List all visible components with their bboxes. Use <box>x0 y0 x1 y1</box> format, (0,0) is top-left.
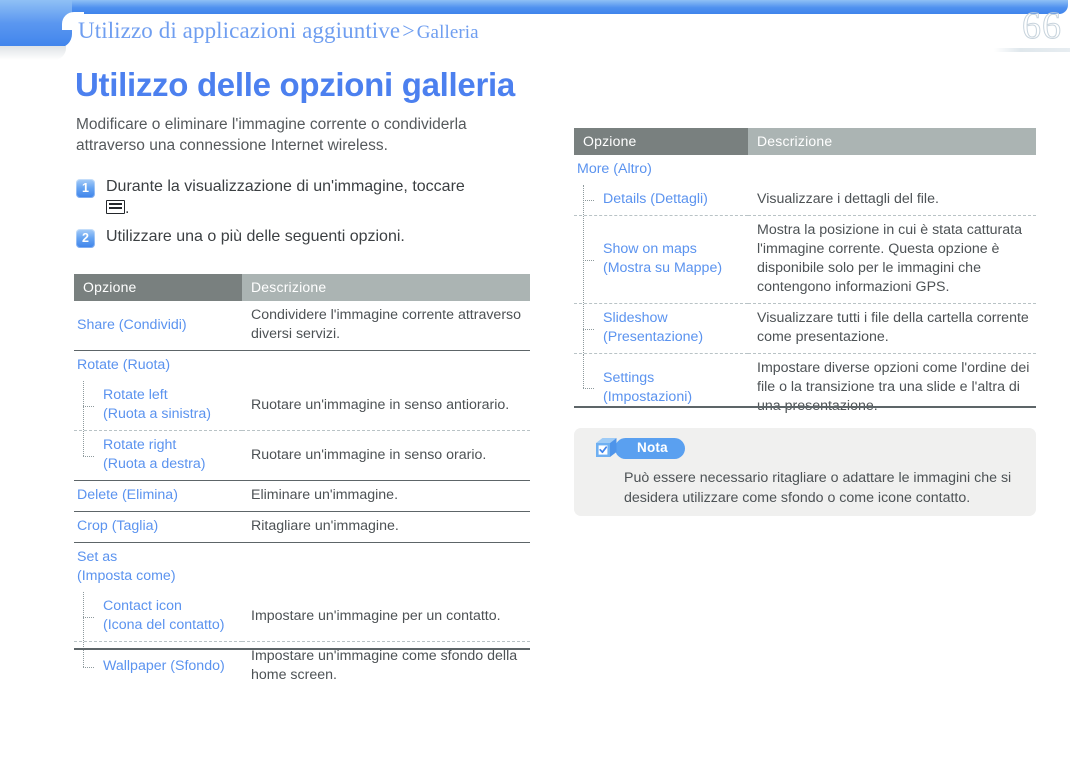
table-row: Rotate right (Ruota a destra) Ruotare un… <box>74 430 530 481</box>
cell-option-group: Rotate (Ruota) <box>74 350 242 381</box>
table-left-bottom-rule <box>74 648 530 650</box>
page-title: Utilizzo delle opzioni galleria <box>75 66 515 103</box>
step-text-after: . <box>125 200 130 217</box>
cell-option-line1: Wallpaper (Sfondo) <box>103 657 225 674</box>
page-number-rule <box>994 48 1070 52</box>
cell-option-child: Rotate left (Ruota a sinistra) <box>74 381 242 431</box>
header-corner-tab-shadow <box>0 46 66 60</box>
table-row: Slideshow (Presentazione) Visualizzare t… <box>574 303 1036 354</box>
breadcrumb: Utilizzo di applicazioni aggiuntive> Gall… <box>78 18 479 44</box>
table-row: Crop (Taglia) Ritagliare un'immagine. <box>74 511 530 543</box>
cell-option: Delete (Elimina) <box>74 480 242 512</box>
steps-list: 1 Durante la visualizzazione di un'immag… <box>76 176 546 254</box>
cell-description: Impostare diverse opzioni come l'ordine … <box>748 353 1036 422</box>
cell-option-group: Set as (Imposta come) <box>74 542 242 592</box>
cell-description: Impostare un'immagine per un contatto. <box>251 607 501 624</box>
table-row: Show on maps (Mostra su Mappe) Mostra la… <box>574 215 1036 304</box>
step-number-badge: 1 <box>76 179 95 198</box>
step-text: Durante la visualizzazione di un'immagin… <box>106 176 465 220</box>
cell-option-line2: (Mostra su Mappe) <box>603 260 723 276</box>
cell-description: Visualizzare i dettagli del file. <box>757 191 939 207</box>
cell-option-line1: Settings <box>603 369 655 386</box>
column-header-option: Opzione <box>574 128 748 155</box>
cell-option-child: Show on maps (Mostra su Mappe) <box>574 215 748 304</box>
breadcrumb-sub: Galleria <box>416 22 479 43</box>
cell-option: Crop (Taglia) <box>74 511 242 543</box>
cell-option-group: More (Altro) <box>577 161 652 177</box>
cell-option-line1: Show on maps <box>603 241 697 257</box>
cell-description: Mostra la posizione in cui è stata cattu… <box>748 215 1036 304</box>
step-number-badge: 2 <box>76 229 95 248</box>
note-check-box-icon <box>594 436 619 461</box>
cell-option-child: Details (Dettagli) <box>574 185 748 216</box>
cell-option-line2: (Ruota a sinistra) <box>103 406 212 422</box>
cell-option-line1: Slideshow <box>603 310 668 326</box>
table-row: Rotate left (Ruota a sinistra) Ruotare u… <box>74 381 530 431</box>
table-header-row: Opzione Descrizione <box>74 274 530 301</box>
cell-description <box>748 155 1036 185</box>
column-header-description: Descrizione <box>748 128 1036 155</box>
cell-option-line1: Set as <box>77 549 118 565</box>
cell-option-line2: (Presentazione) <box>603 329 704 345</box>
cell-option-line2: (Imposta come) <box>77 568 176 584</box>
cell-option-line2: (Icona del contatto) <box>103 617 225 633</box>
breadcrumb-main: Utilizzo di applicazioni aggiuntive <box>78 18 401 43</box>
cell-option-line2: (Ruota a destra) <box>103 456 206 472</box>
cell-description <box>242 350 530 381</box>
table-row: Delete (Elimina) Eliminare un'immagine. <box>74 480 530 512</box>
page-number: 66 <box>1022 5 1062 48</box>
cell-description: Ruotare un'immagine in senso antiorario. <box>251 396 510 413</box>
cell-option-line1: Rotate right <box>103 437 177 453</box>
cell-description <box>242 542 530 592</box>
options-table-right: Opzione Descrizione More (Altro) Details… <box>574 128 1036 422</box>
breadcrumb-separator: > <box>402 18 415 43</box>
table-right-bottom-rule <box>574 406 1036 408</box>
cell-description: Eliminare un'immagine. <box>242 480 530 512</box>
table-row: Settings (Impostazioni) Impostare divers… <box>574 353 1036 422</box>
table-header-row: Opzione Descrizione <box>574 128 1036 155</box>
column-header-option: Opzione <box>74 274 242 301</box>
cell-option-child: Rotate right (Ruota a destra) <box>74 430 242 481</box>
cell-description: Visualizzare tutti i file della cartella… <box>748 303 1036 354</box>
cell-option-line1: Details (Dettagli) <box>603 191 708 207</box>
step-text-before: Durante la visualizzazione di un'immagin… <box>106 178 465 195</box>
cell-option-line2: (Impostazioni) <box>603 388 693 405</box>
cell-option-child: Contact icon (Icona del contatto) <box>74 592 242 642</box>
note-text: Può essere necessario ritagliare o adatt… <box>624 470 1012 506</box>
note-header: Nota <box>594 436 685 461</box>
step-text: Utilizzare una o più delle seguenti opzi… <box>106 228 405 245</box>
cell-description: Ritagliare un'immagine. <box>242 511 530 543</box>
table-row: Set as (Imposta come) <box>74 542 530 592</box>
cell-description: Condividere l'immagine corrente attraver… <box>251 307 522 342</box>
menu-icon <box>106 200 125 214</box>
table-row: Details (Dettagli) Visualizzare i dettag… <box>574 185 1036 216</box>
column-header-description: Descrizione <box>242 274 530 301</box>
table-row: Contact icon (Icona del contatto) Impost… <box>74 592 530 642</box>
options-table-left: Opzione Descrizione Share (Condividi) Co… <box>74 274 530 691</box>
cell-option: Share (Condividi) <box>77 316 187 333</box>
header-accent-bar <box>0 0 1068 14</box>
cell-option-line1: Contact icon <box>103 598 182 614</box>
note-callout: Nota Può essere necessario ritagliare o … <box>574 428 1036 516</box>
table-row: Rotate (Ruota) <box>74 350 530 381</box>
note-label: Nota <box>615 438 685 459</box>
table-row: More (Altro) <box>574 155 1036 185</box>
cell-option-child: Settings (Impostazioni) <box>574 353 748 422</box>
step-item: 2 Utilizzare una o più delle seguenti op… <box>76 226 546 248</box>
cell-description: Ruotare un'immagine in senso orario. <box>242 430 530 481</box>
step-item: 1 Durante la visualizzazione di un'immag… <box>76 176 546 220</box>
table-row: Share (Condividi) Condividere l'immagine… <box>74 301 530 351</box>
intro-paragraph: Modificare o eliminare l'immagine corren… <box>76 116 467 154</box>
cell-option-child: Slideshow (Presentazione) <box>574 303 748 354</box>
cell-option-line1: Rotate left <box>103 387 168 403</box>
